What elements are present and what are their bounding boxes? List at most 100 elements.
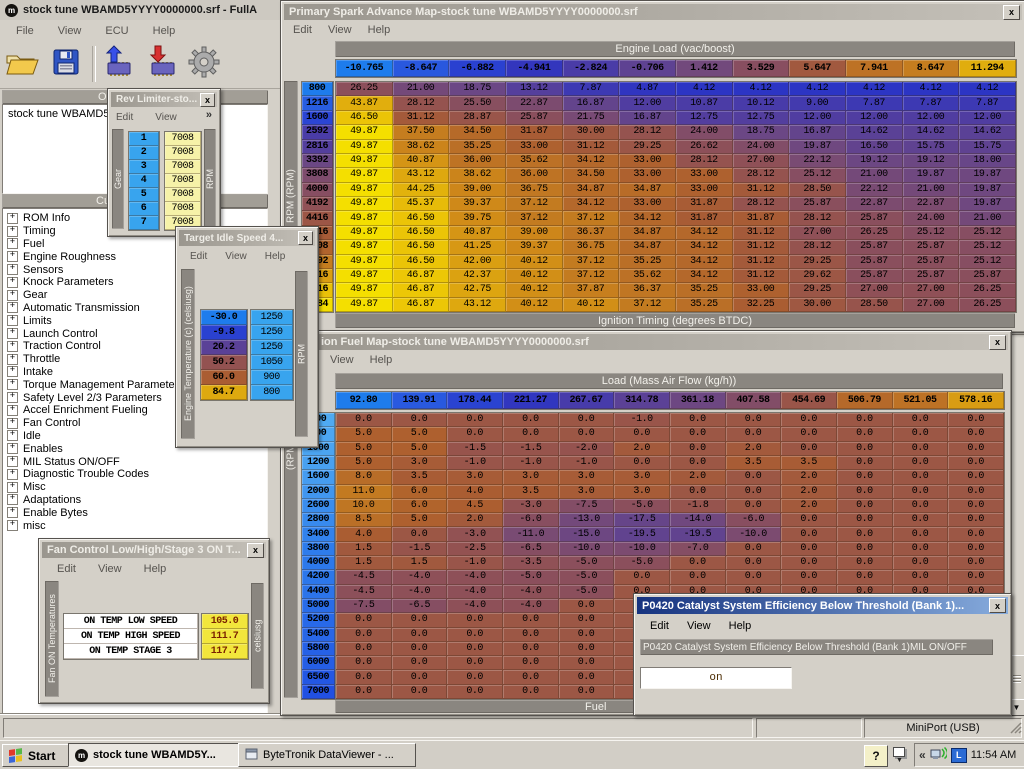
cascade-windows-button[interactable]: ▼ (891, 746, 909, 764)
y-axis-cell[interactable]: 2800 (302, 513, 335, 527)
table-cell[interactable]: 7.87 (846, 96, 903, 110)
table-cell[interactable]: -4.0 (447, 585, 503, 599)
table-cell[interactable]: -1.0 (503, 456, 559, 470)
x-axis-cell[interactable]: 92.80 (336, 392, 392, 409)
table-cell[interactable]: 0.0 (837, 485, 893, 499)
rpm-cell[interactable]: 1250 (251, 310, 293, 325)
gear-cell[interactable]: 3 (129, 160, 159, 174)
close-icon[interactable]: x (989, 335, 1006, 350)
help-tray-button[interactable]: ? (864, 745, 888, 767)
menu-help[interactable]: Help (729, 620, 752, 632)
table-cell[interactable]: 34.87 (619, 183, 676, 197)
table-cell[interactable]: 29.62 (789, 269, 846, 283)
task-button-dataviewer[interactable]: ByteTronik DataViewer - ... (238, 743, 416, 767)
table-cell[interactable]: 0.0 (447, 685, 503, 699)
table-cell[interactable]: 0.0 (559, 656, 615, 670)
table-cell[interactable]: 13.12 (506, 82, 563, 96)
table-cell[interactable]: 1.5 (336, 542, 392, 556)
close-icon[interactable]: x (1003, 5, 1020, 20)
table-cell[interactable]: 40.12 (506, 269, 563, 283)
table-cell[interactable]: 0.0 (781, 556, 837, 570)
table-cell[interactable]: 41.25 (449, 240, 506, 254)
table-cell[interactable]: 31.12 (563, 140, 620, 154)
table-cell[interactable]: 0.0 (837, 527, 893, 541)
table-cell[interactable]: 25.12 (903, 226, 960, 240)
y-axis-cell[interactable]: 1600 (302, 470, 335, 484)
table-cell[interactable]: 0.0 (559, 628, 615, 642)
table-cell[interactable]: 49.87 (336, 283, 393, 297)
x-axis-cell[interactable]: -10.765 (336, 60, 393, 77)
table-cell[interactable]: 0.0 (447, 670, 503, 684)
table-cell[interactable]: 2.0 (781, 470, 837, 484)
table-cell[interactable]: 46.87 (393, 269, 450, 283)
table-cell[interactable]: 25.87 (846, 211, 903, 225)
table-cell[interactable]: 44.25 (393, 183, 450, 197)
table-cell[interactable]: 0.0 (392, 613, 448, 627)
table-cell[interactable]: 5.0 (336, 456, 392, 470)
rpm-cell[interactable]: 7008 (165, 160, 201, 174)
x-axis-cell[interactable]: 5.647 (789, 60, 846, 77)
idle-titlebar[interactable]: Target Idle Speed 4... x (179, 230, 315, 246)
table-cell[interactable]: 0.0 (392, 670, 448, 684)
table-cell[interactable]: 0.0 (503, 670, 559, 684)
table-cell[interactable]: 25.87 (846, 240, 903, 254)
table-cell[interactable]: 37.87 (563, 283, 620, 297)
table-cell[interactable]: 28.87 (449, 111, 506, 125)
table-cell[interactable]: 35.25 (676, 283, 733, 297)
table-cell[interactable]: 0.0 (837, 470, 893, 484)
table-cell[interactable]: 2.0 (781, 499, 837, 513)
expand-plus-icon[interactable]: + (7, 328, 18, 339)
table-cell[interactable]: 19.12 (846, 154, 903, 168)
y-axis-cell[interactable]: 3800 (302, 542, 335, 556)
table-cell[interactable]: 25.12 (959, 226, 1016, 240)
table-cell[interactable]: 0.0 (726, 413, 782, 427)
table-cell[interactable]: 3.5 (726, 456, 782, 470)
table-cell[interactable]: 0.0 (447, 427, 503, 441)
table-cell[interactable]: 0.0 (837, 556, 893, 570)
table-cell[interactable]: 0.0 (837, 513, 893, 527)
table-cell[interactable]: 9.00 (789, 96, 846, 110)
table-cell[interactable]: 5.0 (392, 513, 448, 527)
table-cell[interactable]: 49.87 (336, 183, 393, 197)
menu-view[interactable]: View (687, 620, 711, 632)
table-cell[interactable]: 21.00 (959, 211, 1016, 225)
table-cell[interactable]: 22.12 (846, 183, 903, 197)
menu-view[interactable]: View (58, 25, 82, 37)
rpm-cell[interactable]: 1250 (251, 325, 293, 340)
temperature-cell[interactable]: 111.7 (202, 629, 248, 644)
table-cell[interactable]: -4.0 (503, 585, 559, 599)
table-cell[interactable]: 12.00 (846, 111, 903, 125)
table-cell[interactable]: 31.12 (393, 111, 450, 125)
table-cell[interactable]: -5.0 (503, 570, 559, 584)
table-cell[interactable]: 49.87 (336, 255, 393, 269)
table-cell[interactable]: -5.0 (614, 556, 670, 570)
table-cell[interactable]: 2.0 (614, 442, 670, 456)
table-cell[interactable]: 16.87 (563, 96, 620, 110)
table-cell[interactable]: 32.25 (733, 298, 790, 312)
table-cell[interactable]: 37.12 (563, 255, 620, 269)
table-cell[interactable]: 0.0 (893, 427, 949, 441)
table-cell[interactable]: 33.00 (619, 197, 676, 211)
table-cell[interactable]: 8.5 (336, 513, 392, 527)
table-cell[interactable]: 2.0 (447, 513, 503, 527)
table-cell[interactable]: 0.0 (948, 513, 1004, 527)
expand-plus-icon[interactable]: + (7, 251, 18, 262)
table-cell[interactable]: -6.0 (726, 513, 782, 527)
table-cell[interactable]: 42.75 (449, 283, 506, 297)
table-cell[interactable]: 25.12 (959, 240, 1016, 254)
table-cell[interactable]: 39.00 (506, 226, 563, 240)
y-axis-cell[interactable]: 4400 (302, 585, 335, 599)
table-cell[interactable]: 0.0 (948, 470, 1004, 484)
table-cell[interactable]: 22.87 (903, 197, 960, 211)
table-cell[interactable]: 0.0 (948, 413, 1004, 427)
table-cell[interactable]: 26.25 (959, 283, 1016, 297)
x-axis-cell[interactable]: 314.78 (614, 392, 670, 409)
table-cell[interactable]: -3.0 (447, 527, 503, 541)
table-cell[interactable]: 39.00 (449, 183, 506, 197)
table-cell[interactable]: -19.5 (670, 527, 726, 541)
expand-plus-icon[interactable]: + (7, 238, 18, 249)
table-cell[interactable]: 46.50 (336, 111, 393, 125)
table-cell[interactable]: 3.0 (559, 485, 615, 499)
table-cell[interactable]: -4.5 (336, 585, 392, 599)
expand-plus-icon[interactable]: + (7, 341, 18, 352)
